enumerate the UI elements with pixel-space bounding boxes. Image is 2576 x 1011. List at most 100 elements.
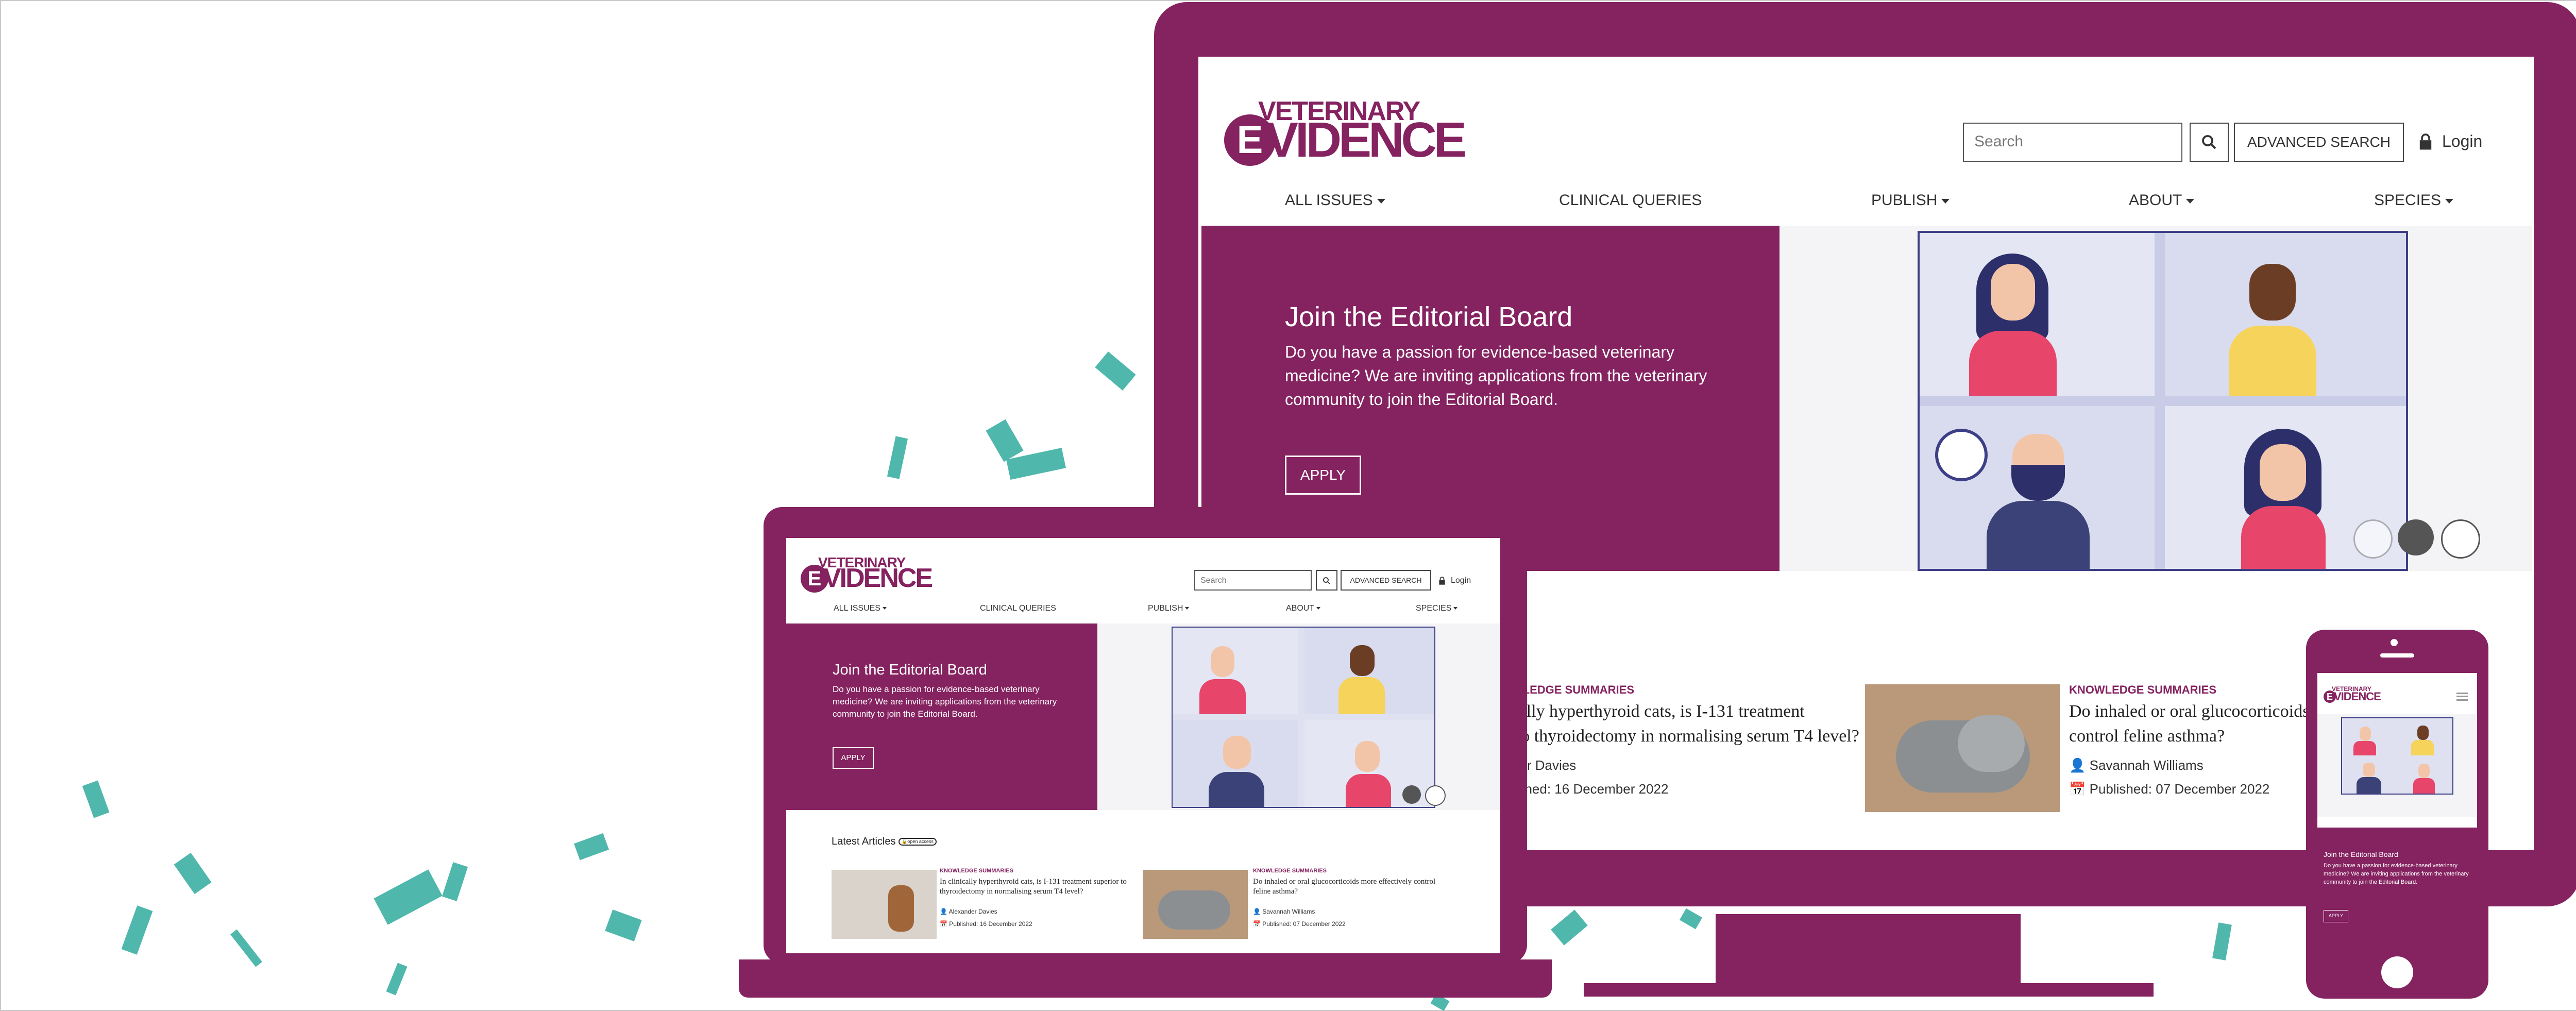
site-logo[interactable]: VETERINARY E VIDENCE bbox=[801, 554, 955, 596]
nav-about[interactable]: ABOUT bbox=[2129, 192, 2195, 209]
apply-button[interactable]: APPLY bbox=[833, 747, 874, 769]
search-button[interactable] bbox=[2190, 123, 2229, 162]
author-name: Alexander Davies bbox=[948, 908, 997, 915]
article-kicker: KNOWLEDGE SUMMARIES bbox=[940, 868, 1013, 874]
nav-about[interactable]: ABOUT bbox=[1286, 604, 1321, 613]
search-icon bbox=[2202, 135, 2216, 149]
article-title[interactable]: Do inhaled or oral glucocorticoids more … bbox=[1253, 877, 1444, 897]
carousel-dot[interactable] bbox=[1425, 785, 1446, 806]
nav-label: ALL ISSUES bbox=[834, 604, 881, 613]
article-thumbnail-cat[interactable] bbox=[1143, 870, 1248, 939]
caret-down-icon bbox=[1453, 607, 1458, 610]
nav-clinical-queries[interactable]: CLINICAL QUERIES bbox=[1559, 192, 1702, 209]
phone-camera bbox=[2391, 639, 2398, 646]
article-author: 👤 Savannah Williams bbox=[1253, 908, 1315, 915]
nav-label: PUBLISH bbox=[1148, 604, 1183, 613]
site-logo[interactable]: VETERINARY E VIDENCE bbox=[1224, 96, 1513, 173]
search-icon bbox=[1323, 577, 1330, 584]
latest-articles-heading: Latest Articles 🔓open access bbox=[832, 836, 937, 848]
open-lock-icon: 🔓 bbox=[902, 839, 908, 845]
article-kicker: KNOWLEDGE SUMMARIES bbox=[2069, 683, 2216, 696]
nav-all-issues[interactable]: ALL ISSUES bbox=[1285, 192, 1385, 209]
nav-species[interactable]: SPECIES bbox=[1416, 604, 1458, 613]
site-logo[interactable]: VETERINARY E VIDENCE bbox=[2324, 685, 2396, 708]
caret-down-icon bbox=[883, 607, 887, 610]
person-face bbox=[2260, 444, 2306, 501]
logo-main-text: VIDENCE bbox=[2334, 690, 2381, 703]
monitor-stand-neck bbox=[1716, 914, 2021, 983]
clock-icon bbox=[1935, 429, 1988, 481]
hero-title: Join the Editorial Board bbox=[2324, 850, 2398, 858]
laptop-screen: VETERINARY E VIDENCE Search ADVANCED SEA… bbox=[786, 538, 1500, 953]
article-thumbnail-cat[interactable] bbox=[1865, 684, 2060, 812]
logo-main-text: VIDENCE bbox=[1265, 112, 1467, 167]
person-shirt bbox=[2357, 777, 2381, 794]
advanced-search-button[interactable]: ADVANCED SEARCH bbox=[2234, 123, 2404, 162]
nav-label: SPECIES bbox=[2374, 192, 2442, 209]
laptop-base bbox=[739, 959, 1552, 998]
user-icon: 👤 bbox=[1253, 908, 1263, 915]
nav-label: PUBLISH bbox=[1871, 192, 1938, 209]
login-link[interactable]: Login bbox=[1451, 576, 1471, 585]
cat-body bbox=[1158, 890, 1230, 930]
calendar-icon: 📅 bbox=[2069, 781, 2090, 797]
article-thumbnail-dog[interactable] bbox=[832, 870, 937, 939]
article-date: 📅 Published: 07 December 2022 bbox=[1253, 920, 1346, 928]
person-face bbox=[1355, 741, 1380, 772]
calendar-icon: 📅 bbox=[1253, 920, 1263, 928]
person-shirt bbox=[1987, 501, 2090, 569]
article-author: 👤 Alexander Davies bbox=[940, 908, 997, 915]
hamburger-menu-icon[interactable] bbox=[2456, 693, 2468, 701]
phone-speaker bbox=[2380, 653, 2414, 658]
author-name: Savannah Williams bbox=[2089, 757, 2204, 773]
person-face bbox=[2249, 264, 2296, 321]
carousel-dot[interactable] bbox=[2353, 519, 2393, 559]
nav-publish[interactable]: PUBLISH bbox=[1148, 604, 1190, 613]
calendar-icon: 📅 bbox=[940, 920, 950, 928]
latest-heading-text: Latest Articles bbox=[832, 836, 896, 847]
carousel-dot-active[interactable] bbox=[1402, 785, 1421, 804]
lock-icon bbox=[1439, 577, 1445, 585]
article-title-line[interactable]: control feline asthma? bbox=[2069, 727, 2225, 746]
search-input[interactable]: Search bbox=[1963, 123, 2182, 162]
person-face bbox=[2363, 763, 2375, 777]
person-face bbox=[2417, 726, 2429, 740]
hamburger-middle-bar bbox=[2456, 696, 2468, 697]
article-kicker: KNOWLEDGE SUMMARIES bbox=[1253, 868, 1327, 874]
search-button[interactable] bbox=[1316, 570, 1337, 591]
monitor-stand-foot bbox=[1584, 983, 2154, 997]
hero-title: Join the Editorial Board bbox=[833, 662, 987, 678]
person-shirt bbox=[2411, 740, 2434, 755]
apply-button[interactable]: APPLY bbox=[2324, 910, 2348, 922]
search-input[interactable]: Search bbox=[1194, 570, 1312, 591]
person-face bbox=[2418, 764, 2430, 778]
caret-down-icon bbox=[1185, 607, 1190, 610]
nav-clinical-queries[interactable]: CLINICAL QUERIES bbox=[980, 604, 1056, 613]
article-title-line[interactable]: Do inhaled or oral glucocorticoids m bbox=[2069, 702, 2327, 721]
user-icon: 👤 bbox=[2069, 757, 2090, 773]
apply-button[interactable]: APPLY bbox=[1285, 456, 1361, 495]
person-shirt bbox=[2413, 778, 2435, 794]
nav-label: SPECIES bbox=[1416, 604, 1452, 613]
carousel-dot-active[interactable] bbox=[2398, 519, 2434, 555]
nav-all-issues[interactable]: ALL ISSUES bbox=[834, 604, 887, 613]
nav-species[interactable]: SPECIES bbox=[2374, 192, 2454, 209]
nav-label: CLINICAL QUERIES bbox=[980, 604, 1056, 613]
article-title[interactable]: In clinically hyperthyroid cats, is I-13… bbox=[940, 877, 1144, 897]
caret-down-icon bbox=[1941, 198, 1950, 204]
login-link[interactable]: Login bbox=[2442, 132, 2482, 151]
nav-publish[interactable]: PUBLISH bbox=[1871, 192, 1950, 209]
hero-text: Do you have a passion for evidence-based… bbox=[833, 684, 1057, 719]
nav-label: ABOUT bbox=[2129, 192, 2182, 209]
open-access-text: open access bbox=[907, 839, 934, 845]
editorial-board-illustration bbox=[1172, 627, 1435, 808]
editorial-board-illustration bbox=[1918, 231, 2408, 571]
article-title-line[interactable]: nically hyperthyroid cats, is I-131 trea… bbox=[1497, 702, 1805, 721]
carousel-dot[interactable] bbox=[2441, 519, 2480, 559]
article-author: 👤 Savannah Williams bbox=[2069, 757, 2204, 773]
article-title-line[interactable]: or to thyroidectomy in normalising serum… bbox=[1497, 727, 1859, 746]
person-shirt bbox=[2241, 506, 2326, 569]
person-shirt bbox=[1338, 677, 1385, 714]
phone-home-button[interactable] bbox=[2381, 956, 2413, 988]
advanced-search-button[interactable]: ADVANCED SEARCH bbox=[1341, 570, 1431, 591]
